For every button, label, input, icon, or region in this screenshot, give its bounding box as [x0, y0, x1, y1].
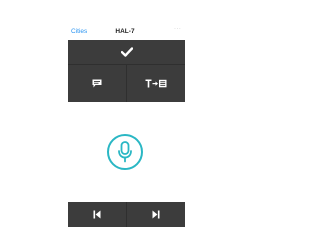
next-button[interactable]	[127, 202, 185, 227]
more-options-button[interactable]: ...	[174, 24, 181, 31]
previous-button[interactable]	[68, 202, 126, 227]
skip-next-icon	[152, 210, 160, 219]
page-title: HAL-7	[115, 28, 135, 35]
text-to-text-button[interactable]	[127, 65, 185, 102]
microphone-icon	[118, 141, 132, 163]
checkmark-icon	[120, 47, 133, 57]
chat-bubble-icon	[92, 79, 102, 88]
app-screen: Cities HAL-7 ...	[0, 0, 250, 250]
media-controls	[68, 202, 185, 227]
skip-previous-icon	[93, 210, 101, 219]
text-to-text-icon	[145, 79, 167, 88]
chat-button[interactable]	[68, 65, 126, 102]
command-panel	[68, 40, 185, 102]
confirm-button[interactable]	[68, 40, 185, 64]
voice-input-button[interactable]	[107, 134, 143, 170]
